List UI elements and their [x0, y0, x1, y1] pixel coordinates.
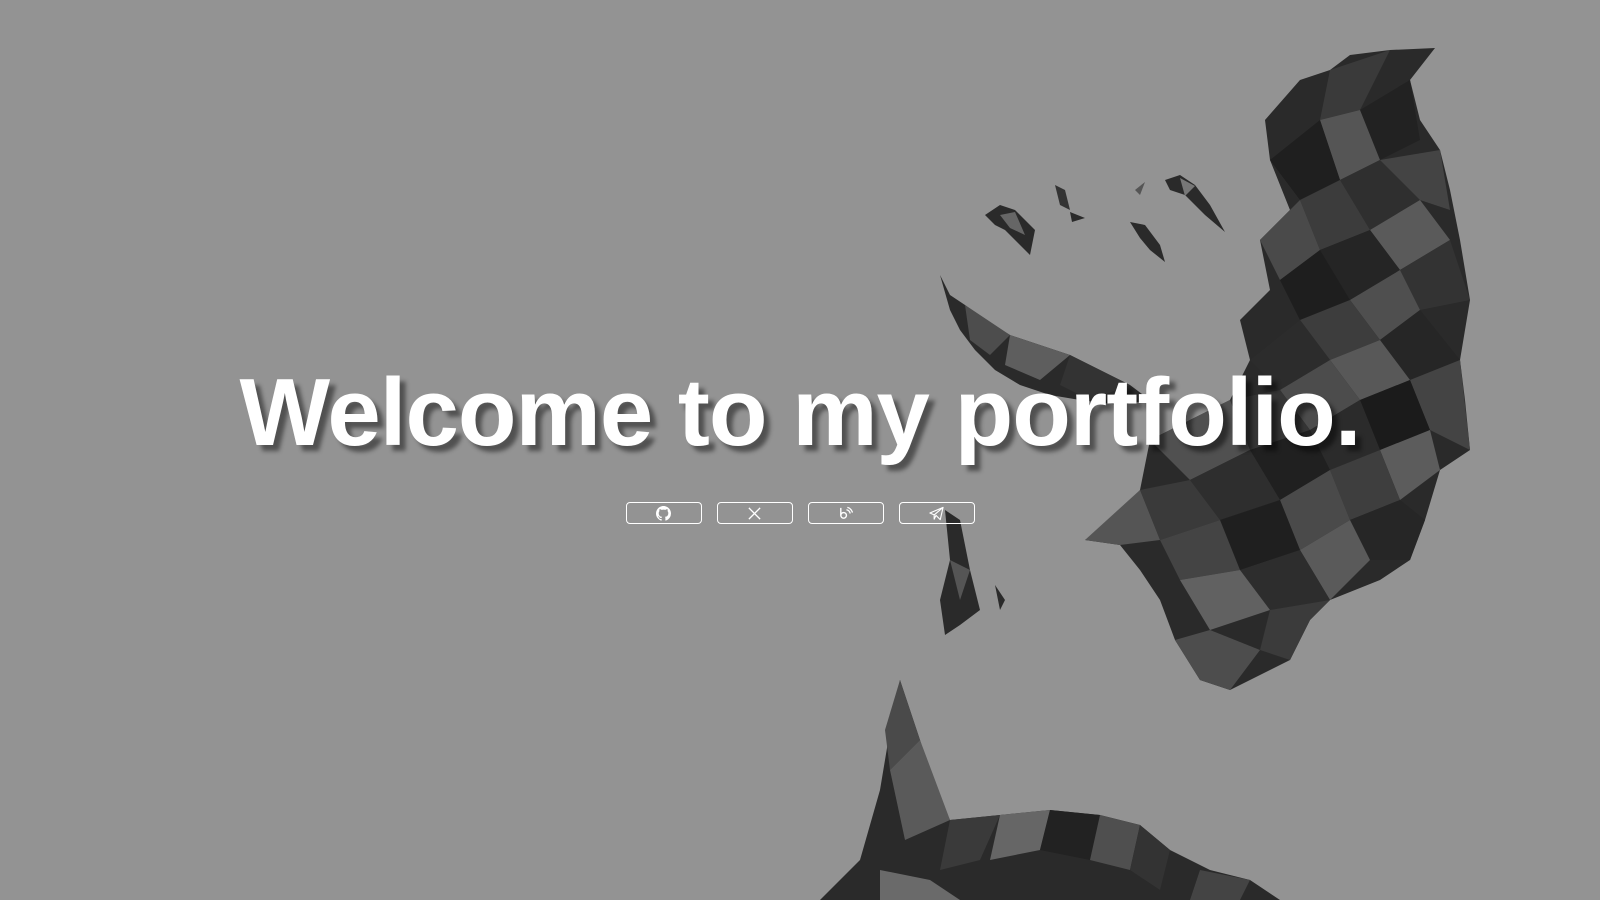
blog-link-button[interactable] [807, 502, 884, 524]
x-link-button[interactable] [716, 502, 793, 524]
portrait-shoulder [820, 680, 1280, 900]
github-icon [656, 505, 671, 521]
page-title: Welcome to my portfolio. [239, 359, 1362, 466]
social-links [0, 502, 1600, 524]
blog-icon [840, 506, 853, 519]
portrait-eyes [985, 175, 1225, 262]
hero-section: Welcome to my portfolio. [0, 0, 1600, 900]
telegram-link-button[interactable] [898, 502, 975, 524]
telegram-icon [929, 506, 944, 520]
github-link-button[interactable] [625, 502, 702, 524]
x-icon [748, 506, 761, 520]
